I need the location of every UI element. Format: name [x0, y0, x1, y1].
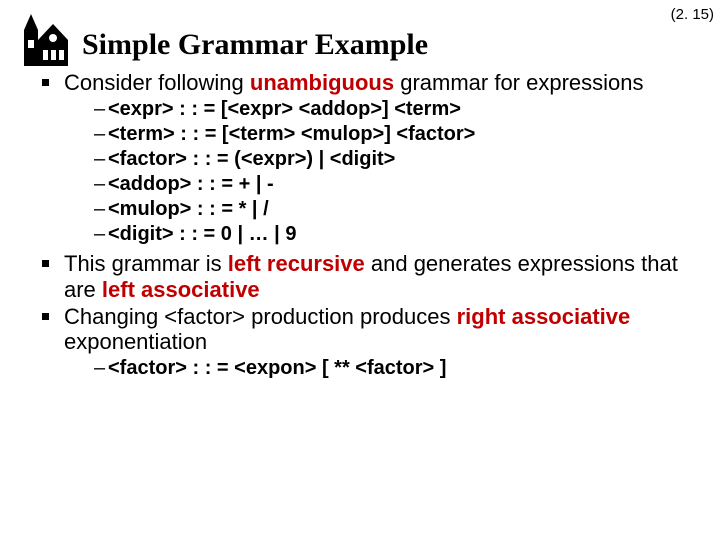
grammar-rule: <term> : : = [<term> <mulop>] <factor> — [94, 122, 702, 147]
logo-icon — [18, 10, 74, 66]
content: Consider following unambiguous grammar f… — [18, 70, 702, 381]
text: Consider following — [64, 70, 250, 95]
grammar-rule: <expr> : : = [<expr> <addop>] <term> — [94, 97, 702, 122]
slide: (2. 15) Simple Grammar Example Co — [0, 0, 720, 395]
highlight-left-recursive: left recursive — [228, 251, 365, 276]
grammar-rule: <mulop> : : = * | / — [94, 197, 702, 222]
grammar-rule: <factor> : : = (<expr>) | <digit> — [94, 147, 702, 172]
slide-title: Simple Grammar Example — [82, 28, 428, 62]
highlight-left-associative: left associative — [102, 277, 260, 302]
bullet-3: Changing <factor> production produces ri… — [40, 304, 702, 382]
text: Changing <factor> production produces — [64, 304, 457, 329]
text: exponentiation — [64, 329, 207, 354]
bullet-1: Consider following unambiguous grammar f… — [40, 70, 702, 247]
grammar-list-1: <expr> : : = [<expr> <addop>] <term> <te… — [64, 97, 702, 247]
highlight-right-associative: right associative — [457, 304, 631, 329]
grammar-rule: <addop> : : = + | - — [94, 172, 702, 197]
bullet-2: This grammar is left recursive and gener… — [40, 251, 702, 302]
grammar-list-2: <factor> : : = <expon> [ ** <factor> ] — [64, 356, 702, 381]
header: Simple Grammar Example — [18, 10, 702, 68]
grammar-rule: <digit> : : = 0 | … | 9 — [94, 222, 702, 247]
highlight-unambiguous: unambiguous — [250, 70, 394, 95]
text: grammar for expressions — [394, 70, 643, 95]
text: This grammar is — [64, 251, 228, 276]
grammar-rule: <factor> : : = <expon> [ ** <factor> ] — [94, 356, 702, 381]
